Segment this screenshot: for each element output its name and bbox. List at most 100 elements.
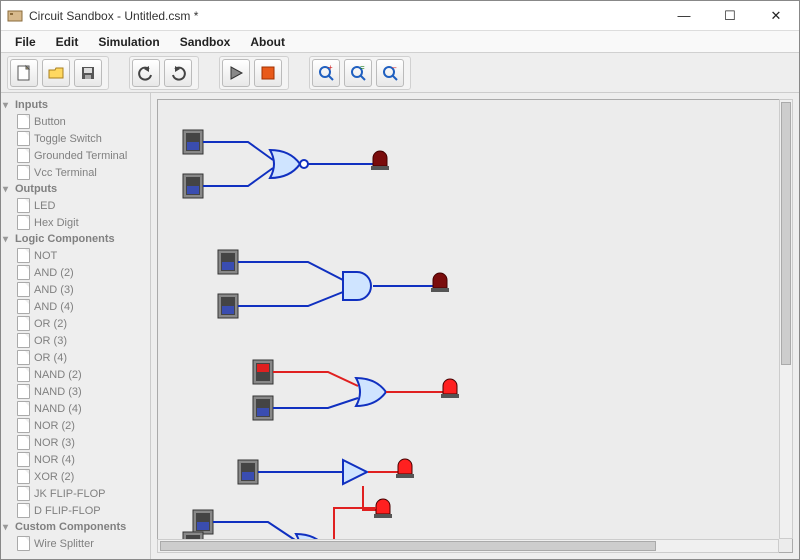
tree-item-label: D FLIP-FLOP xyxy=(34,505,101,517)
page-icon xyxy=(17,282,30,297)
menu-file[interactable]: File xyxy=(5,33,46,51)
stop-button[interactable] xyxy=(254,59,282,87)
page-icon xyxy=(17,503,30,518)
close-button[interactable]: ✕ xyxy=(753,1,799,31)
page-icon xyxy=(17,469,30,484)
svg-text:–: – xyxy=(392,64,397,72)
tree-item[interactable]: OR (3) xyxy=(3,332,148,349)
tree-item-label: OR (2) xyxy=(34,318,67,330)
page-icon xyxy=(17,215,30,230)
tree-item[interactable]: XOR (2) xyxy=(3,468,148,485)
tree-item[interactable]: OR (4) xyxy=(3,349,148,366)
tree-item[interactable]: AND (2) xyxy=(3,264,148,281)
toolbar: + = – xyxy=(1,53,799,93)
tree-item[interactable]: Grounded Terminal xyxy=(3,147,148,164)
tree-item[interactable]: Vcc Terminal xyxy=(3,164,148,181)
tree-item-label: Hex Digit xyxy=(34,217,79,229)
tree-group-label: Inputs xyxy=(15,99,48,111)
page-icon xyxy=(17,350,30,365)
tree-item[interactable]: NOR (4) xyxy=(3,451,148,468)
tree-item[interactable]: Button xyxy=(3,113,148,130)
zoom-fit-button[interactable]: = xyxy=(344,59,372,87)
run-button[interactable] xyxy=(222,59,250,87)
page-icon xyxy=(17,316,30,331)
zoom-in-button[interactable]: + xyxy=(312,59,340,87)
undo-button[interactable] xyxy=(132,59,160,87)
schematic-svg xyxy=(158,100,793,553)
menubar: File Edit Simulation Sandbox About xyxy=(1,31,799,53)
tree-item[interactable]: Hex Digit xyxy=(3,214,148,231)
menu-sandbox[interactable]: Sandbox xyxy=(170,33,241,51)
tree-item-label: Vcc Terminal xyxy=(34,167,97,179)
tree-item[interactable]: NOR (3) xyxy=(3,434,148,451)
svg-text:=: = xyxy=(360,64,365,72)
tree-item-label: NOR (3) xyxy=(34,437,75,449)
tree-item-label: NOR (4) xyxy=(34,454,75,466)
tree-group[interactable]: ▾Outputs xyxy=(3,183,148,195)
redo-button[interactable] xyxy=(164,59,192,87)
tree-item-label: Button xyxy=(34,116,66,128)
tree-item-label: NOT xyxy=(34,250,57,262)
menu-simulation[interactable]: Simulation xyxy=(88,33,169,51)
minimize-button[interactable]: — xyxy=(661,1,707,31)
tree-item-label: OR (4) xyxy=(34,352,67,364)
zoom-out-button[interactable]: – xyxy=(376,59,404,87)
component-tree[interactable]: ▾InputsButtonToggle SwitchGrounded Termi… xyxy=(1,93,151,559)
tree-item[interactable]: Toggle Switch xyxy=(3,130,148,147)
page-icon xyxy=(17,486,30,501)
tree-item-label: NAND (4) xyxy=(34,403,82,415)
tree-item[interactable]: OR (2) xyxy=(3,315,148,332)
canvas[interactable] xyxy=(157,99,793,553)
canvas-area xyxy=(151,93,799,559)
tree-item-label: NAND (3) xyxy=(34,386,82,398)
collapse-icon: ▾ xyxy=(3,184,13,195)
page-icon xyxy=(17,248,30,263)
page-icon xyxy=(17,333,30,348)
tree-item[interactable]: D FLIP-FLOP xyxy=(3,502,148,519)
menu-edit[interactable]: Edit xyxy=(46,33,89,51)
tree-item-label: NOR (2) xyxy=(34,420,75,432)
tree-item[interactable]: AND (3) xyxy=(3,281,148,298)
tree-group-label: Logic Components xyxy=(15,233,115,245)
window-title: Circuit Sandbox - Untitled.csm * xyxy=(29,9,661,23)
tree-group[interactable]: ▾Inputs xyxy=(3,99,148,111)
svg-text:+: + xyxy=(328,64,333,72)
tree-item[interactable]: JK FLIP-FLOP xyxy=(3,485,148,502)
app-icon xyxy=(7,8,23,24)
tree-item-label: LED xyxy=(34,200,55,212)
save-button[interactable] xyxy=(74,59,102,87)
tree-item[interactable]: NAND (3) xyxy=(3,383,148,400)
tree-item[interactable]: LED xyxy=(3,197,148,214)
tree-item-label: AND (2) xyxy=(34,267,74,279)
tree-item-label: Grounded Terminal xyxy=(34,150,127,162)
tree-group-label: Custom Components xyxy=(15,521,126,533)
tree-item-label: JK FLIP-FLOP xyxy=(34,488,106,500)
collapse-icon: ▾ xyxy=(3,522,13,533)
tree-item-label: XOR (2) xyxy=(34,471,74,483)
tree-item[interactable]: Wire Splitter xyxy=(3,535,148,552)
tree-item[interactable]: AND (4) xyxy=(3,298,148,315)
menu-about[interactable]: About xyxy=(240,33,295,51)
scrollbar-vertical[interactable] xyxy=(779,99,793,539)
maximize-button[interactable]: ☐ xyxy=(707,1,753,31)
collapse-icon: ▾ xyxy=(3,100,13,111)
new-button[interactable] xyxy=(10,59,38,87)
page-icon xyxy=(17,401,30,416)
tree-item[interactable]: NOT xyxy=(3,247,148,264)
tree-group[interactable]: ▾Logic Components xyxy=(3,233,148,245)
page-icon xyxy=(17,265,30,280)
tree-item[interactable]: NAND (4) xyxy=(3,400,148,417)
page-icon xyxy=(17,536,30,551)
tree-group[interactable]: ▾Custom Components xyxy=(3,521,148,533)
open-button[interactable] xyxy=(42,59,70,87)
tree-item[interactable]: NOR (2) xyxy=(3,417,148,434)
tree-item-label: AND (4) xyxy=(34,301,74,313)
page-icon xyxy=(17,198,30,213)
scrollbar-horizontal[interactable] xyxy=(157,539,779,553)
tree-item-label: NAND (2) xyxy=(34,369,82,381)
tree-item-label: OR (3) xyxy=(34,335,67,347)
tree-item[interactable]: NAND (2) xyxy=(3,366,148,383)
page-icon xyxy=(17,299,30,314)
page-icon xyxy=(17,435,30,450)
tree-item-label: Wire Splitter xyxy=(34,538,94,550)
